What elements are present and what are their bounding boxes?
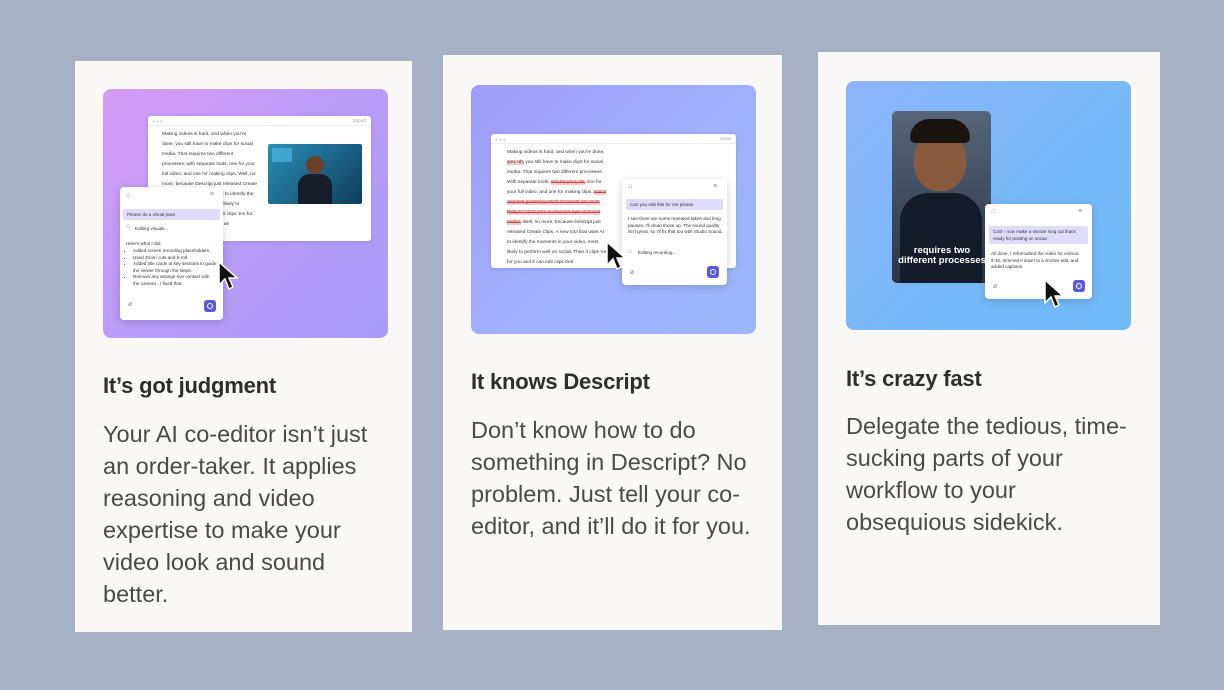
- menu-icon[interactable]: ≡: [210, 191, 214, 198]
- assistant-panel: ⌂ ≡ Can you edit this for me please I se…: [622, 179, 727, 285]
- send-button[interactable]: [204, 300, 216, 312]
- judgment-illustration: ●●● Export Making videos is hard, and whe…: [103, 89, 388, 338]
- transcript-text: Making videos is hard, and when you're d…: [507, 150, 608, 265]
- editing-status: Editing visuals...: [135, 226, 169, 231]
- attach-icon[interactable]: ⌀: [630, 268, 634, 276]
- user-prompt: Please do a visual pass: [123, 209, 220, 220]
- descript-illustration: ●●● Done Making videos is hard, and when …: [471, 85, 756, 334]
- assistant-icon: ⌂: [126, 192, 131, 199]
- assistant-reply: I see there are some repeated takes and …: [628, 216, 723, 234]
- user-prompt: Cool - now make a minute long cut that's…: [989, 226, 1088, 244]
- mouse-cursor-icon: [606, 241, 627, 271]
- video-caption: requires two different processes: [898, 245, 986, 266]
- summary-item: Remove any strange eye contact with the …: [133, 274, 217, 287]
- card-description: Your AI co-editor isn’t just an order-ta…: [103, 421, 368, 607]
- feature-card-knows-descript: ●●● Done Making videos is hard, and when …: [443, 55, 782, 630]
- status-icon: ⌂: [126, 223, 131, 230]
- assistant-panel: ⌂ ≡ Cool - now make a minute long cut th…: [985, 204, 1092, 299]
- mouse-cursor-icon: [218, 261, 239, 291]
- user-prompt: Can you edit this for me please: [626, 199, 723, 210]
- assistant-icon: ⌂: [628, 183, 633, 190]
- editing-status: Editing recording...: [638, 250, 677, 255]
- card-title: It’s got judgment: [103, 373, 276, 398]
- fast-illustration: requires two different processes ⌂ ≡ Coo…: [846, 81, 1131, 330]
- summary-title: Here's what I did:: [126, 241, 162, 246]
- menu-icon[interactable]: ≡: [1078, 208, 1082, 215]
- summary-item: Added screen recording placeholders.: [133, 248, 217, 255]
- card-title: It knows Descript: [471, 369, 650, 394]
- feature-card-judgment: ●●● Export Making videos is hard, and whe…: [75, 61, 412, 632]
- send-button[interactable]: [707, 266, 719, 278]
- mouse-cursor-icon: [1044, 279, 1065, 309]
- vertical-video-preview: requires two different processes: [892, 111, 991, 283]
- card-title: It’s crazy fast: [846, 366, 982, 391]
- assistant-panel: ⌂ ≡ Please do a visual pass Editing visu…: [120, 187, 223, 320]
- assistant-icon: ⌂: [991, 208, 996, 215]
- export-label: Export: [352, 118, 366, 123]
- feature-card-crazy-fast: requires two different processes ⌂ ≡ Coo…: [818, 52, 1160, 625]
- menu-icon[interactable]: ≡: [713, 183, 717, 190]
- summary-list: Added screen recording placeholders. Use…: [133, 248, 217, 287]
- done-label: Done: [720, 136, 731, 141]
- card-description: Delegate the tedious, time-sucking parts…: [846, 413, 1127, 535]
- summary-item: Added title cards at key sections to gui…: [133, 261, 217, 274]
- assistant-reply: All done, I reformatted the video for ve…: [991, 251, 1079, 269]
- attach-icon[interactable]: ⌀: [128, 300, 132, 308]
- send-button[interactable]: [1073, 280, 1085, 292]
- attach-icon[interactable]: ⌀: [993, 282, 997, 290]
- card-description: Don’t know how to do something in Descri…: [471, 417, 751, 539]
- video-preview: [268, 144, 362, 204]
